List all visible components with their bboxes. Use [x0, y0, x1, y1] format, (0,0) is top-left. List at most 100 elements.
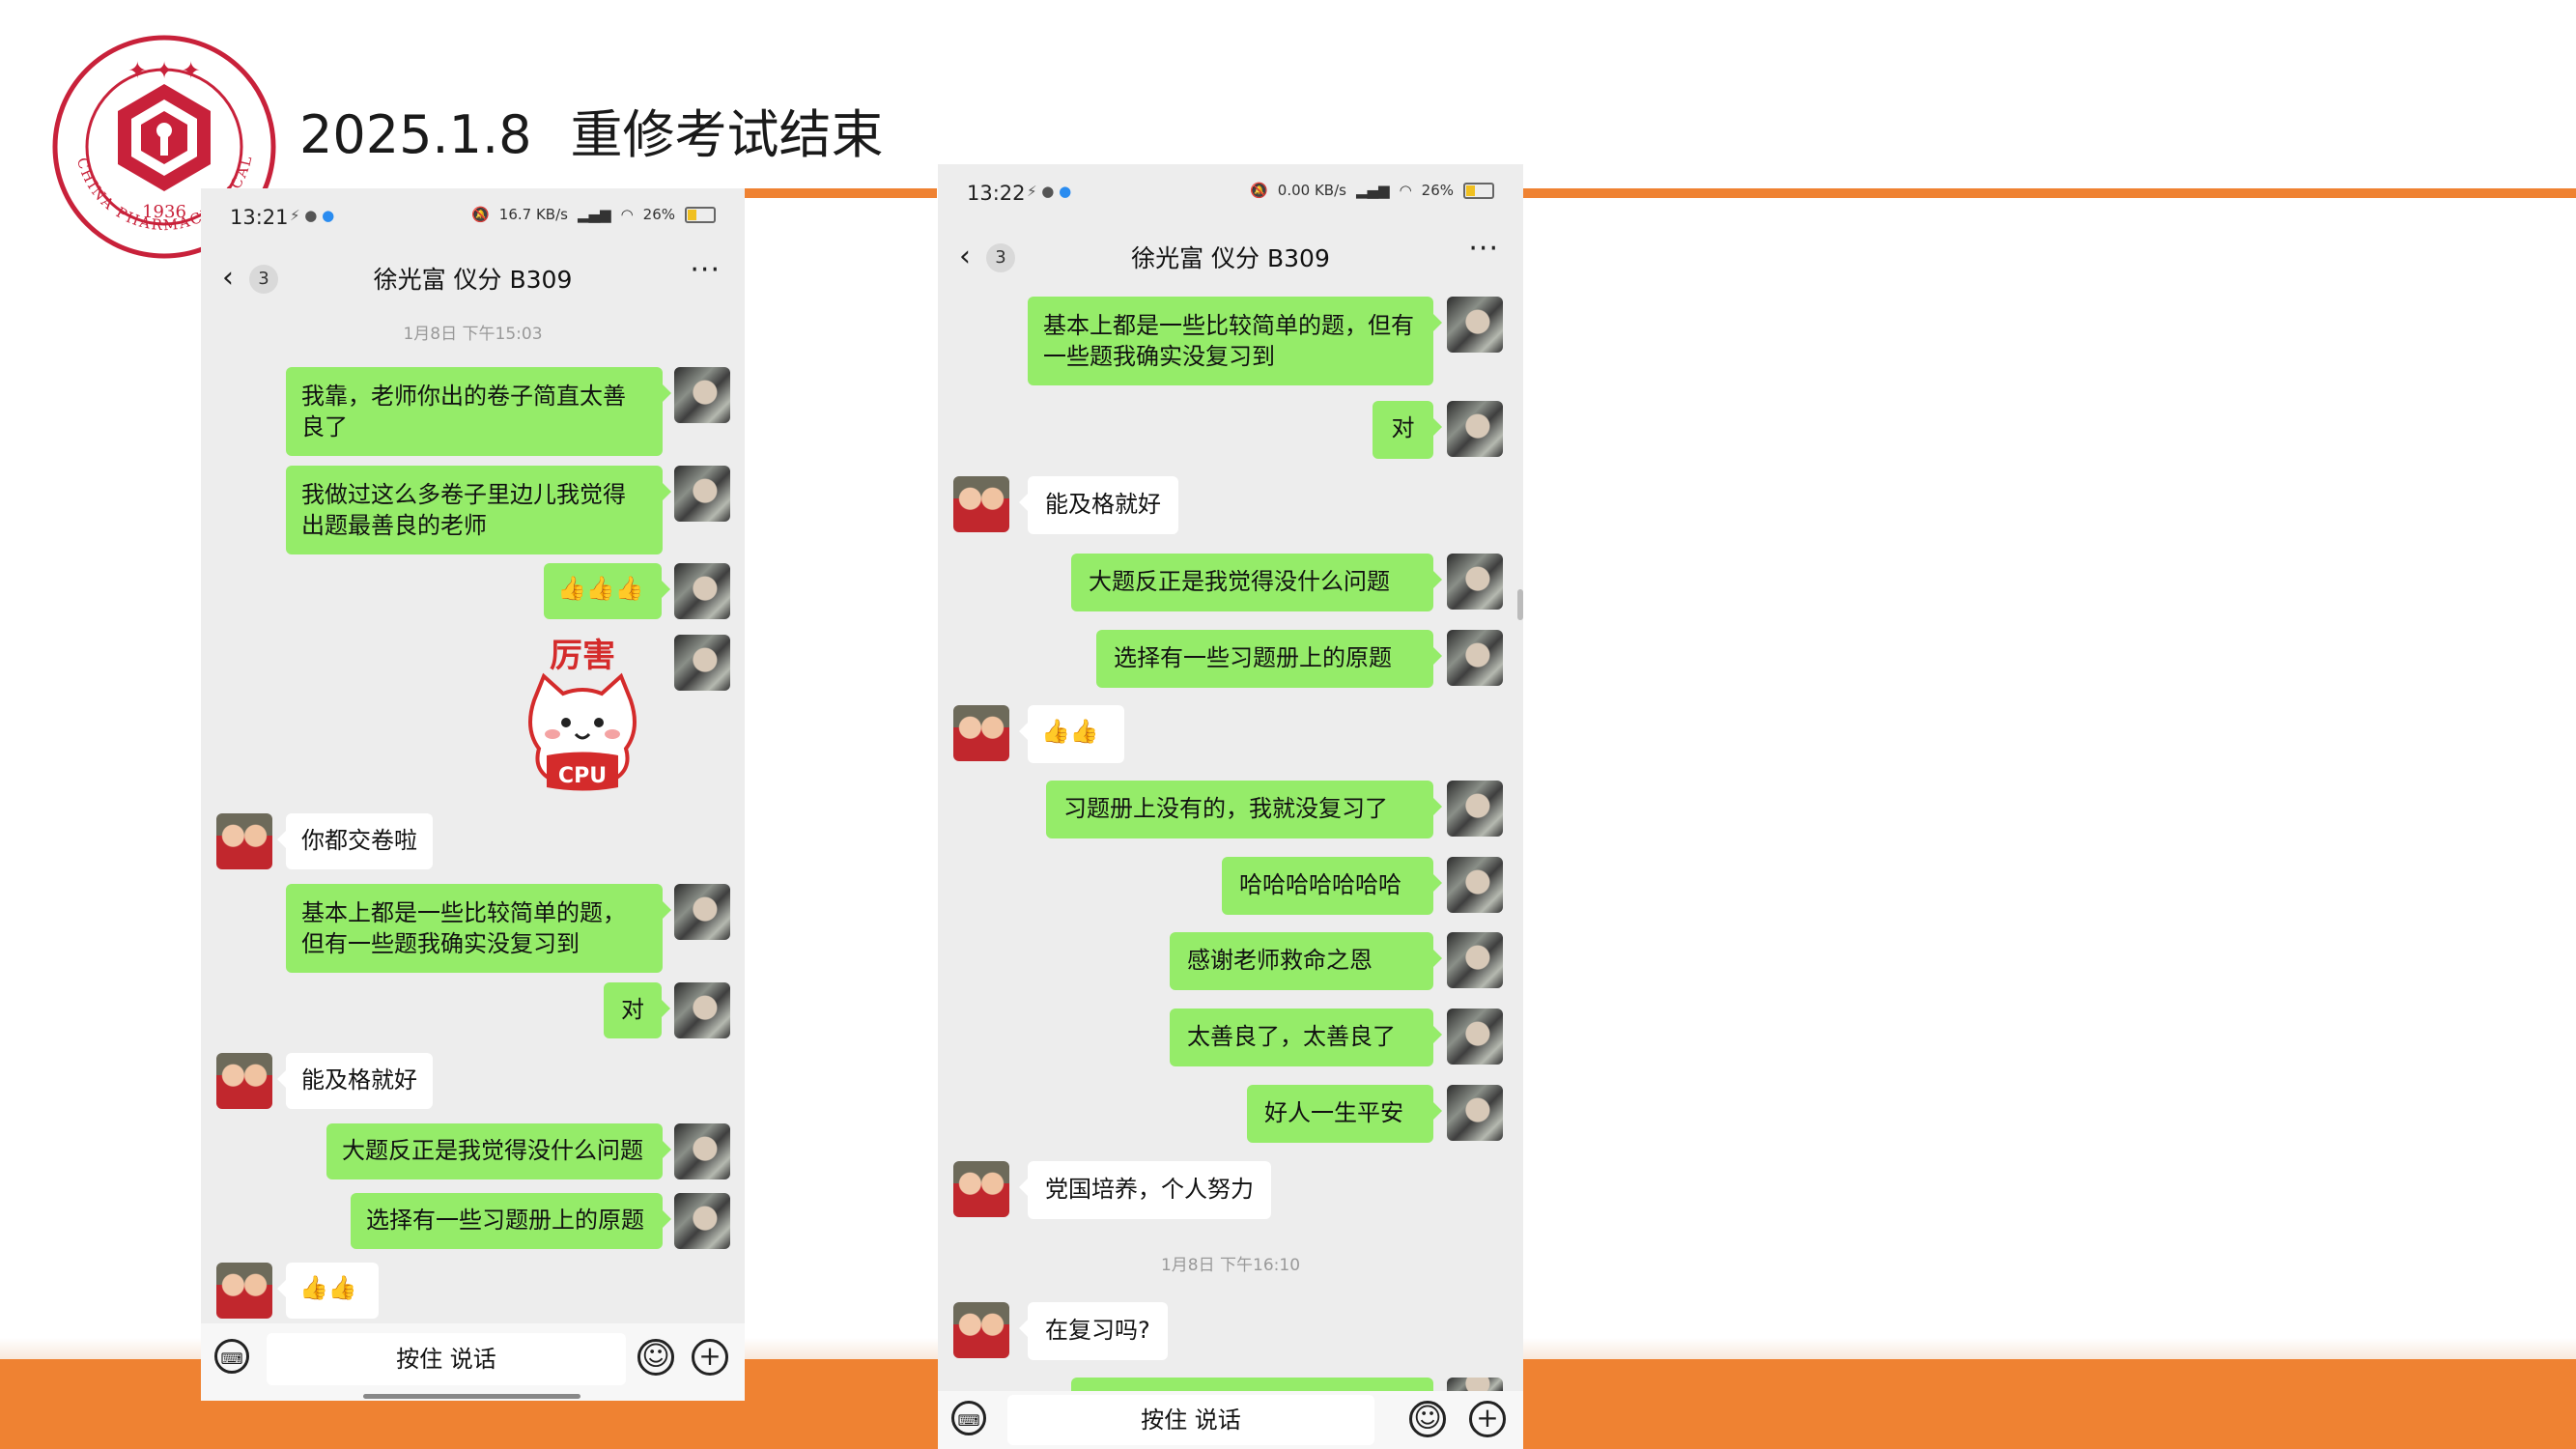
title-text: 重修考试结束	[570, 104, 884, 165]
thumbs-up-emoji: 👍👍	[299, 1274, 357, 1301]
message-bubble[interactable]: 在复习吗?	[1019, 1302, 1168, 1360]
emoji-icon[interactable]: ☺	[637, 1339, 674, 1376]
message-bubble[interactable]: 👍👍	[1019, 705, 1124, 763]
hold-to-talk-button[interactable]: 按住 说话	[1007, 1395, 1374, 1445]
avatar[interactable]	[1447, 1009, 1503, 1065]
chat-header: ‹ 3 徐光富 仪分 B309 ···	[938, 220, 1523, 288]
battery-icon	[685, 206, 716, 223]
message-bubble[interactable]: 基本上都是一些比较简单的题，但有一些题我确实没复习到	[1028, 297, 1442, 385]
message-bubble[interactable]: 哈哈哈哈哈哈哈	[1222, 857, 1442, 915]
scrollbar-thumb[interactable]	[1517, 589, 1523, 620]
plus-icon[interactable]: +	[692, 1339, 728, 1376]
chat-header: ‹ 3 徐光富 仪分 B309 ···	[201, 242, 745, 309]
phone-screenshot-left: 13:21 ⚡ ● ● 🔕 16.7 KB/s ▂▄▆ ◠ 26% ‹ 3 徐光…	[201, 188, 745, 1401]
slide-title: 2025.1.8 重修考试结束	[299, 92, 883, 168]
status-bar: 13:22 ⚡ ● ● 🔕 0.00 KB/s ▂▄▆ ◠ 26%	[938, 164, 1523, 217]
message-bubble[interactable]: 大题反正是我觉得没什么问题	[1071, 554, 1442, 611]
title-rule-right	[1523, 188, 2576, 198]
thumbs-up-emoji: 👍👍👍	[557, 575, 644, 602]
chat-input-bar: ⌨ 按住 说话 ☺ +	[201, 1323, 745, 1401]
notification-icons: ⚡ ● ●	[1027, 183, 1072, 200]
more-options-icon[interactable]: ···	[1468, 232, 1499, 266]
message-bubble[interactable]: 大题反正是我觉得没什么问题	[326, 1123, 671, 1179]
network-speed: 0.00 KB/s	[1277, 182, 1346, 199]
message-bubble[interactable]: 你都交卷啦	[277, 813, 433, 869]
status-bar: 13:21 ⚡ ● ● 🔕 16.7 KB/s ▂▄▆ ◠ 26%	[201, 188, 745, 242]
avatar[interactable]	[1447, 401, 1503, 457]
message-bubble[interactable]: 习题册上没有的，我就没复习了	[1046, 781, 1442, 838]
status-right-icons: 🔕 0.00 KB/s ▂▄▆ ◠ 26%	[1250, 182, 1494, 199]
message-bubble[interactable]: 感谢老师救命之恩	[1170, 932, 1442, 990]
avatar[interactable]	[1447, 857, 1503, 913]
status-time: 13:21	[230, 206, 289, 229]
avatar[interactable]	[216, 813, 272, 869]
avatar[interactable]	[953, 1302, 1009, 1358]
svg-text:1936: 1936	[142, 202, 186, 222]
svg-text:CPU: CPU	[558, 764, 607, 788]
avatar[interactable]	[1447, 781, 1503, 837]
message-timestamp: 1月8日 下午16:10	[1160, 1256, 1301, 1275]
avatar[interactable]	[674, 884, 730, 940]
avatar[interactable]	[216, 1053, 272, 1109]
network-speed: 16.7 KB/s	[498, 206, 568, 223]
message-bubble[interactable]: 我靠，老师你出的卷子简直太善良了	[286, 367, 671, 456]
avatar[interactable]	[674, 1193, 730, 1249]
avatar[interactable]	[1447, 554, 1503, 610]
wifi-icon: ◠	[620, 206, 634, 223]
title-rule-left	[744, 188, 937, 198]
message-bubble[interactable]: 太善良了，太善良了	[1170, 1009, 1442, 1066]
signal-icon: ▂▄▆	[577, 206, 611, 223]
chat-title: 徐光富 仪分 B309	[1131, 244, 1330, 272]
emoji-icon[interactable]: ☺	[1409, 1401, 1446, 1437]
avatar[interactable]	[674, 1123, 730, 1179]
status-right-icons: 🔕 16.7 KB/s ▂▄▆ ◠ 26%	[471, 206, 716, 223]
avatar[interactable]	[1447, 1378, 1503, 1391]
avatar[interactable]	[674, 982, 730, 1038]
message-bubble[interactable]: 能及格就好	[277, 1053, 433, 1109]
avatar[interactable]	[1447, 630, 1503, 686]
avatar[interactable]	[953, 1161, 1009, 1217]
avatar[interactable]	[674, 635, 730, 691]
more-options-icon[interactable]: ···	[690, 253, 721, 287]
message-bubble[interactable]: 👍👍	[277, 1263, 379, 1319]
message-bubble[interactable]: 👍👍👍	[544, 563, 670, 619]
plus-icon[interactable]: +	[1469, 1401, 1506, 1437]
battery-percent: 26%	[642, 206, 675, 223]
message-bubble[interactable]: 对	[604, 982, 670, 1038]
mute-icon: 🔕	[471, 206, 490, 223]
svg-text:厉害: 厉害	[550, 637, 615, 675]
home-indicator	[363, 1394, 580, 1399]
wifi-icon: ◠	[1399, 182, 1412, 199]
avatar[interactable]	[674, 367, 730, 423]
avatar[interactable]	[1447, 1085, 1503, 1141]
hold-to-talk-button[interactable]: 按住 说话	[267, 1333, 626, 1385]
status-time: 13:22	[967, 182, 1026, 205]
chat-title: 徐光富 仪分 B309	[373, 266, 573, 294]
message-bubble[interactable]: 能及格就好	[1019, 476, 1178, 534]
message-bubble-partial[interactable]	[1071, 1378, 1433, 1391]
battery-percent: 26%	[1421, 182, 1454, 199]
notification-icons: ⚡ ● ●	[290, 207, 335, 224]
signal-icon: ▂▄▆	[1355, 182, 1390, 199]
avatar[interactable]	[674, 563, 730, 619]
phone-screenshot-right: 13:22 ⚡ ● ● 🔕 0.00 KB/s ▂▄▆ ◠ 26% ‹ 3 徐光…	[938, 164, 1523, 1449]
message-bubble[interactable]: 选择有一些习题册上的原题	[351, 1193, 671, 1249]
avatar[interactable]	[674, 466, 730, 522]
keyboard-icon[interactable]: ⌨	[951, 1401, 986, 1435]
message-bubble[interactable]: 基本上都是一些比较简单的题，但有一些题我确实没复习到	[286, 884, 671, 973]
battery-icon	[1463, 182, 1494, 199]
avatar[interactable]	[1447, 297, 1503, 353]
mute-icon: 🔕	[1250, 182, 1268, 199]
avatar[interactable]	[1447, 932, 1503, 988]
avatar[interactable]	[953, 476, 1009, 532]
message-bubble[interactable]: 党国培养，个人努力	[1019, 1161, 1271, 1219]
message-bubble[interactable]: 对	[1373, 401, 1442, 459]
cat-sticker[interactable]: 厉害 CPU	[510, 628, 655, 797]
keyboard-icon[interactable]: ⌨	[214, 1339, 249, 1374]
chat-input-bar: ⌨ 按住 说话 ☺ +	[938, 1391, 1523, 1449]
message-bubble[interactable]: 我做过这么多卷子里边儿我觉得出题最善良的老师	[286, 466, 671, 554]
message-bubble[interactable]: 选择有一些习题册上的原题	[1096, 630, 1442, 688]
message-bubble[interactable]: 好人一生平安	[1247, 1085, 1442, 1143]
avatar[interactable]	[953, 705, 1009, 761]
avatar[interactable]	[216, 1263, 272, 1319]
